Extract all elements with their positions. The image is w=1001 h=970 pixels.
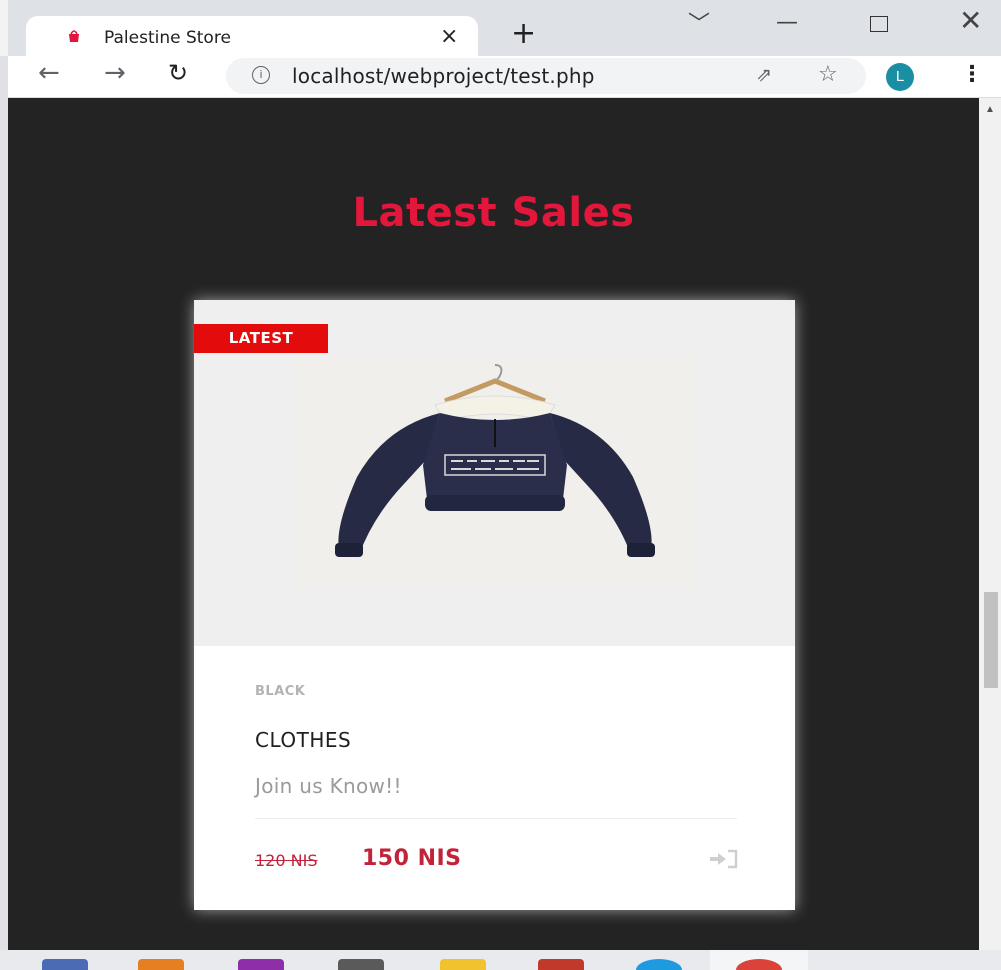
product-image-area: LATEST: [194, 300, 795, 646]
taskbar-app-icon[interactable]: [238, 959, 284, 970]
menu-icon[interactable]: ⋮: [961, 62, 983, 87]
taskbar-app-icon[interactable]: [42, 959, 88, 970]
address-bar[interactable]: i localhost/webproject/test.php ⇗ ☆: [226, 58, 866, 94]
page-viewport: Latest Sales LATEST BLACK CLOTHES Join u…: [8, 98, 979, 950]
vertical-scrollbar[interactable]: ▲: [979, 98, 1001, 950]
store-favicon-icon: [69, 30, 79, 42]
taskbar-app-icon[interactable]: [138, 959, 184, 970]
scroll-thumb[interactable]: [984, 592, 998, 688]
maximize-icon[interactable]: [870, 16, 888, 32]
sign-in-icon[interactable]: [706, 848, 740, 870]
profile-avatar[interactable]: L: [886, 63, 914, 91]
minimize-icon[interactable]: —: [776, 10, 798, 35]
forward-arrow-icon[interactable]: →: [104, 58, 126, 88]
new-tab-button[interactable]: +: [511, 19, 536, 49]
taskbar-app-icon[interactable]: [338, 959, 384, 970]
old-price: 120 NIS: [255, 851, 318, 870]
product-tagline: Join us Know!!: [255, 774, 402, 798]
taskbar-app-icon[interactable]: [636, 959, 682, 970]
info-icon[interactable]: i: [252, 66, 270, 84]
share-icon[interactable]: ⇗: [756, 64, 772, 86]
tab-close-icon[interactable]: ×: [440, 24, 458, 49]
star-icon[interactable]: ☆: [818, 62, 838, 87]
tab-search-chevron-icon[interactable]: ﹀: [688, 6, 710, 38]
browser-toolbar: ← → ↻ i localhost/webproject/test.php ⇗ …: [8, 56, 1001, 98]
reload-icon[interactable]: ↻: [168, 59, 188, 87]
new-price: 150 NIS: [362, 846, 462, 871]
url-text[interactable]: localhost/webproject/test.php: [292, 64, 595, 88]
card-divider: [255, 818, 737, 819]
product-card[interactable]: LATEST BLACK CLOTHES Join us Know!! 120 …: [194, 300, 795, 910]
browser-window: Palestine Store × + ﹀ — ✕ ← → ↻ i localh…: [0, 0, 1001, 970]
tab-title: Palestine Store: [104, 28, 231, 48]
browser-tab[interactable]: Palestine Store ×: [26, 16, 478, 58]
product-category: BLACK: [255, 684, 306, 699]
product-name[interactable]: CLOTHES: [255, 728, 351, 752]
back-arrow-icon[interactable]: ←: [38, 58, 60, 88]
taskbar-app-icon[interactable]: [538, 959, 584, 970]
close-window-icon[interactable]: ✕: [959, 4, 982, 37]
taskbar-app-icon[interactable]: [440, 959, 486, 970]
tab-strip: Palestine Store × + ﹀ — ✕: [0, 0, 1001, 58]
scroll-up-arrow-icon[interactable]: ▲: [985, 104, 995, 115]
latest-badge: LATEST: [194, 324, 328, 353]
product-image[interactable]: [295, 357, 695, 588]
os-taskbar: [0, 950, 1001, 970]
section-title: Latest Sales: [352, 190, 635, 236]
